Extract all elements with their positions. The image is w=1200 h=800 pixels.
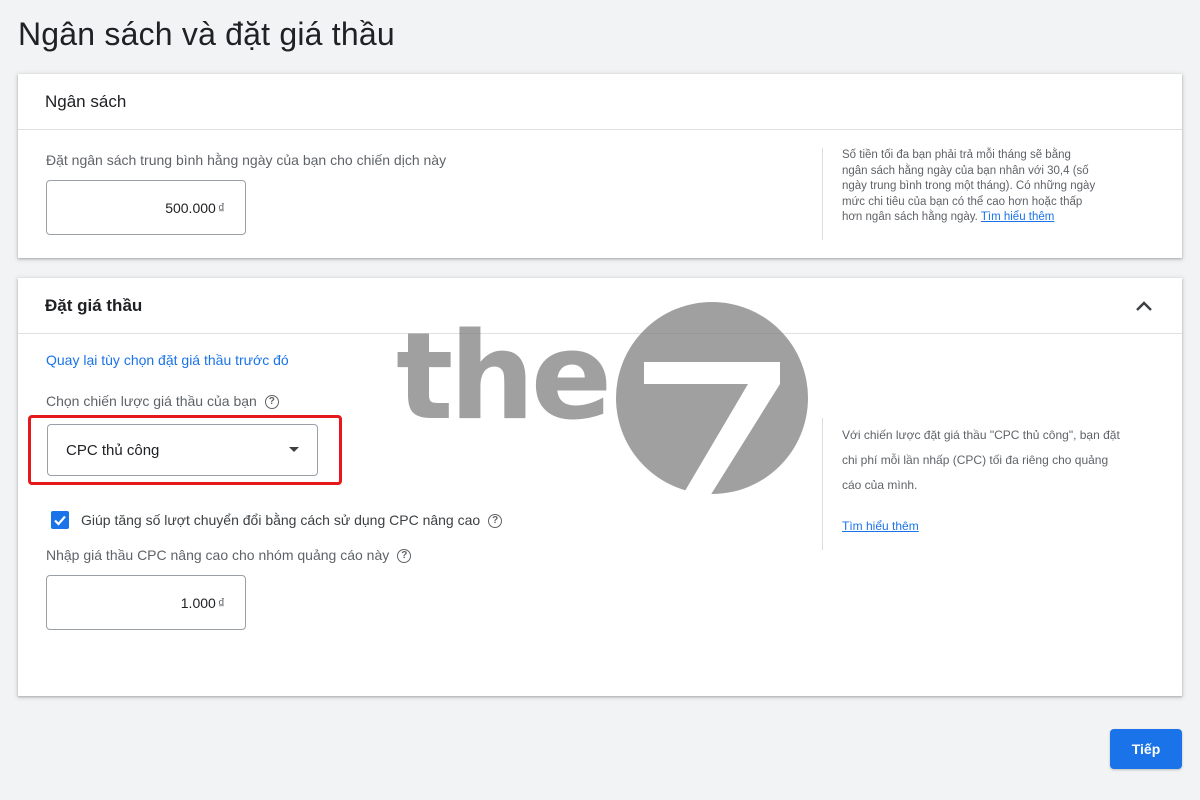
strategy-label-row: Chọn chiến lược giá thầu của bạn? xyxy=(46,393,279,410)
page-title: Ngân sách và đặt giá thầu xyxy=(18,16,395,52)
bid-strategy-select[interactable]: CPC thủ công xyxy=(47,424,318,476)
budget-help-line: mức chi tiêu của bạn có thể cao hơn hoặc… xyxy=(842,195,1083,208)
currency-symbol: ₫ xyxy=(217,594,225,611)
budget-card-header: Ngân sách xyxy=(18,74,1182,130)
bidding-divider xyxy=(822,418,823,550)
budget-help-line-last: hơn ngân sách hằng ngày. Tìm hiểu thêm xyxy=(842,210,1162,226)
bid-strategy-value: CPC thủ công xyxy=(66,441,160,459)
budget-label: Đặt ngân sách trung bình hằng ngày của b… xyxy=(46,152,447,168)
bidding-card-title: Đặt giá thầu xyxy=(45,295,143,315)
checkmark-icon xyxy=(54,515,66,526)
chevron-up-icon xyxy=(1136,301,1152,311)
enhanced-cpc-label: Giúp tăng số lượt chuyển đổi bằng cách s… xyxy=(81,512,481,528)
bidding-card-header: Đặt giá thầu xyxy=(18,278,1182,334)
collapse-button[interactable] xyxy=(1130,292,1158,320)
enhanced-cpc-checkbox[interactable] xyxy=(51,511,69,529)
budget-divider xyxy=(822,148,823,240)
dropdown-arrow-icon xyxy=(289,447,299,452)
currency-symbol: ₫ xyxy=(217,199,225,216)
budget-help-line: ngày trung bình trong một tháng). Có nhữ… xyxy=(842,180,1096,192)
previous-bidding-options-link[interactable]: Quay lại tùy chọn đặt giá thầu trước đó xyxy=(46,352,289,368)
bidding-help-link-row: Tìm hiểu thêm xyxy=(842,514,1162,539)
bidding-help-line: Với chiến lược đặt giá thầu "CPC thủ côn… xyxy=(842,428,1120,442)
bidding-help-line: chi phí mỗi lần nhấp (CPC) tối đa riêng … xyxy=(842,453,1109,467)
cpc-bid-value: 1.000 xyxy=(180,594,216,611)
budget-card: Ngân sách Đặt ngân sách trung bình hằng … xyxy=(18,74,1182,258)
daily-budget-input[interactable]: 500.000 ₫ xyxy=(46,180,246,235)
strategy-label: Chọn chiến lược giá thầu của bạn xyxy=(46,393,257,409)
help-icon[interactable]: ? xyxy=(397,549,412,564)
budget-help-line: Số tiền tối đa bạn phải trả mỗi tháng sẽ… xyxy=(842,149,1071,161)
budget-help-line: ngân sách hằng ngày của bạn nhân với 30,… xyxy=(842,164,1089,177)
help-icon[interactable]: ? xyxy=(488,514,503,529)
help-icon[interactable]: ? xyxy=(264,395,279,410)
bidding-help-line: cáo của mình. xyxy=(842,478,918,492)
budget-help-line: hơn ngân sách hằng ngày. xyxy=(842,211,978,223)
bidding-learn-more-link[interactable]: Tìm hiểu thêm xyxy=(842,519,919,533)
bid-label-row: Nhập giá thầu CPC nâng cao cho nhóm quản… xyxy=(46,547,412,564)
bidding-card: Đặt giá thầu Quay lại tùy chọn đặt giá t… xyxy=(18,278,1182,696)
cpc-bid-input[interactable]: 1.000 ₫ xyxy=(46,575,246,630)
budget-learn-more-link[interactable]: Tìm hiểu thêm xyxy=(981,211,1055,223)
budget-help-text: Số tiền tối đa bạn phải trả mỗi tháng sẽ… xyxy=(842,148,1162,226)
enhanced-cpc-label-row: Giúp tăng số lượt chuyển đổi bằng cách s… xyxy=(81,512,503,529)
daily-budget-value: 500.000 xyxy=(165,199,216,216)
next-button[interactable]: Tiếp xyxy=(1110,729,1182,769)
bidding-help-text: Với chiến lược đặt giá thầu "CPC thủ côn… xyxy=(842,423,1162,539)
bid-label: Nhập giá thầu CPC nâng cao cho nhóm quản… xyxy=(46,547,390,563)
